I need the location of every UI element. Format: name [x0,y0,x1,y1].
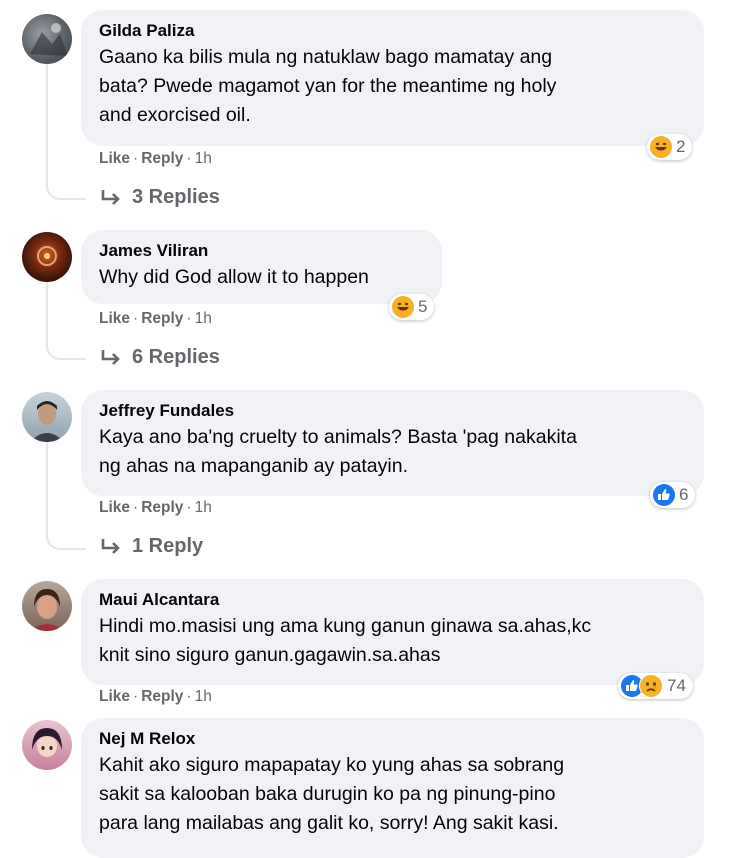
sad-icon [639,674,663,698]
comment-text-line: and exorcised oil. [99,104,251,126]
comment-author[interactable]: James Viliran [99,239,424,263]
separator: · [186,688,192,705]
reply-arrow-icon [101,538,120,554]
comment-text-line: ng ahas na mapanganib ay patayin. [99,455,408,477]
comment-text-line: Kaya ano ba'ng cruelty to animals? Basta… [99,426,577,448]
thread-line [46,64,86,200]
reply-arrow-icon [101,349,120,365]
comment-text-line: Why did God allow it to happen [99,266,369,288]
like-icon [653,484,675,506]
comment-bubble: Maui Alcantara Hindi mo.masisi ung ama k… [81,579,704,685]
separator: · [133,688,139,705]
comment-author[interactable]: Gilda Paliza [99,19,686,43]
like-button[interactable]: Like [99,310,130,327]
avatar[interactable] [22,581,72,631]
comment-actions: Like · Reply · 1h [99,499,212,517]
separator: · [133,310,139,327]
comment-bubble: Nej M Relox Kahit ako siguro mapapatay k… [81,718,704,858]
view-replies-button[interactable]: 3 Replies [100,186,220,209]
reaction-count: 5 [418,297,428,316]
comment-author[interactable]: Nej M Relox [99,727,686,751]
comment-text-line: Gaano ka bilis mula ng natuklaw bago mam… [99,46,553,68]
view-replies-button[interactable]: 6 Replies [100,346,220,369]
timestamp[interactable]: 1h [195,499,212,516]
reply-button[interactable]: Reply [141,310,183,327]
replies-count: 6 Replies [132,346,220,368]
like-button[interactable]: Like [99,499,130,516]
comment-author[interactable]: Jeffrey Fundales [99,399,686,423]
comment-text-line: Hindi mo.masisi ung ama kung ganun ginaw… [99,615,592,637]
comment-text-line: knit sino siguro ganun.gagawin.sa.ahas [99,644,441,666]
reaction-summary[interactable]: 2 [647,134,693,160]
comment-actions: Like · Reply · 1h [99,310,212,328]
comment-bubble: Gilda Paliza Gaano ka bilis mula ng natu… [81,10,704,146]
avatar[interactable] [22,14,72,64]
replies-count: 1 Reply [132,535,204,557]
view-replies-button[interactable]: 1 Reply [100,535,203,558]
comment-text-line: bata? Pwede magamot yan for the meantime… [99,75,557,97]
reaction-count: 6 [679,485,689,504]
avatar[interactable] [22,232,72,282]
thread-line [46,442,86,550]
separator: · [133,150,139,167]
reaction-count: 74 [667,676,686,695]
timestamp[interactable]: 1h [195,310,212,327]
separator: · [186,310,192,327]
reply-button[interactable]: Reply [141,150,183,167]
haha-icon [392,296,414,318]
replies-count: 3 Replies [132,186,220,208]
haha-icon [650,136,672,158]
timestamp[interactable]: 1h [195,688,212,705]
separator: · [186,150,192,167]
avatar[interactable] [22,720,72,770]
comment-bubble: James Viliran Why did God allow it to ha… [81,230,442,304]
reaction-summary[interactable]: 6 [650,482,696,508]
avatar[interactable] [22,392,72,442]
reply-button[interactable]: Reply [141,499,183,516]
comment-author[interactable]: Maui Alcantara [99,588,686,612]
comment-text-line: sakit sa kalooban baka durugin ko pa ng … [99,783,556,805]
comment-actions: Like · Reply · 1h [99,688,212,706]
like-button[interactable]: Like [99,150,130,167]
comment-text-line: para lang mailabas ang galit ko, sorry! … [99,812,559,834]
timestamp[interactable]: 1h [195,150,212,167]
separator: · [133,499,139,516]
separator: · [186,499,192,516]
reaction-count: 2 [676,137,686,156]
reaction-summary[interactable]: 5 [389,294,435,320]
reply-arrow-icon [101,189,120,205]
comment-text-line: Kahit ako siguro mapapatay ko yung ahas … [99,754,565,776]
reply-button[interactable]: Reply [141,688,183,705]
comment-actions: Like · Reply · 1h [99,150,212,168]
comment-bubble: Jeffrey Fundales Kaya ano ba'ng cruelty … [81,390,704,496]
thread-line [46,282,86,360]
reaction-summary[interactable]: 74 [618,673,693,699]
like-button[interactable]: Like [99,688,130,705]
